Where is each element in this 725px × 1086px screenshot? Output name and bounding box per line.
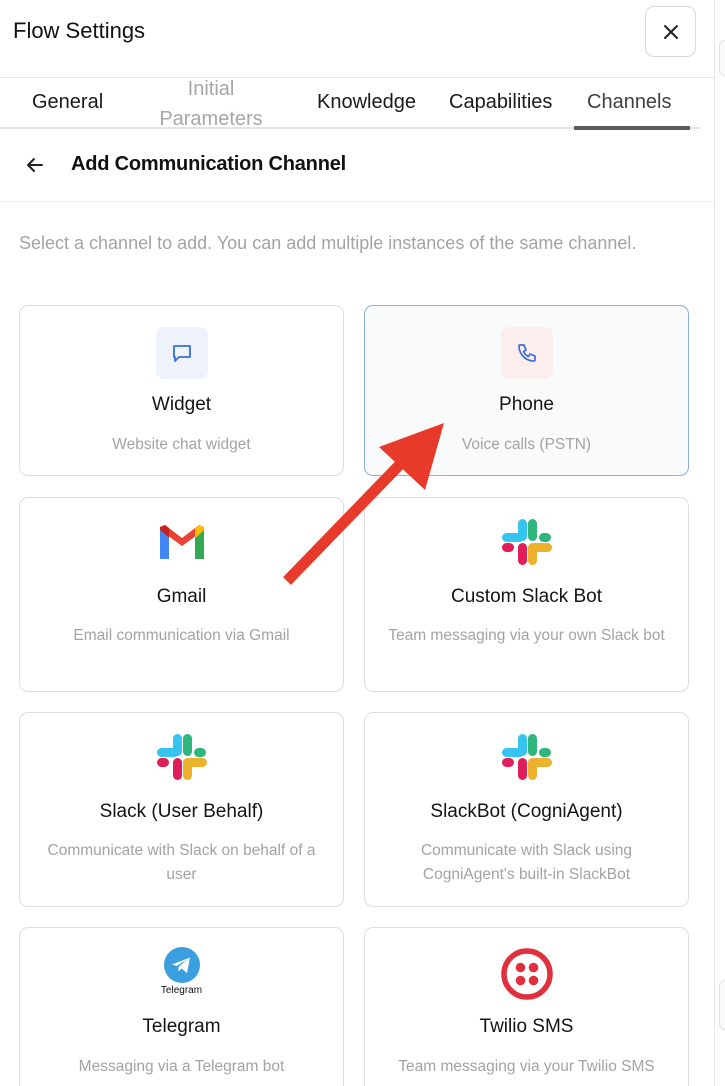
channel-name: SlackBot (CogniAgent) [430, 801, 623, 822]
channel-name: Custom Slack Bot [451, 586, 602, 607]
channel-card-slackbot-cogniagent[interactable]: SlackBot (CogniAgent) Communicate with S… [364, 712, 689, 907]
channel-name: Slack (User Behalf) [99, 801, 264, 822]
channel-name: Twilio SMS [479, 1016, 574, 1037]
gmail-icon [156, 516, 208, 568]
channel-name: Gmail [156, 586, 207, 607]
tab-capabilities[interactable]: Capabilities [449, 91, 552, 114]
tab-general[interactable]: General [32, 91, 103, 114]
channel-description: Communicate with Slack on behalf of a us… [47, 842, 316, 883]
close-button[interactable] [645, 6, 696, 57]
chat-bubble-icon [155, 327, 208, 379]
back-button[interactable] [22, 152, 48, 178]
tab-knowledge[interactable]: Knowledge [317, 91, 416, 114]
channel-card-custom-slack-bot[interactable]: Custom Slack Bot Team messaging via your… [364, 497, 689, 692]
channel-card-slack-user-behalf[interactable]: Slack (User Behalf) Communicate with Sla… [19, 712, 344, 907]
channel-description: Team messaging via your Twilio SMS [398, 1058, 655, 1075]
tab-channels[interactable]: Channels [587, 91, 672, 114]
telegram-icon: Telegram [156, 946, 208, 1002]
channel-card-widget[interactable]: Widget Website chat widget [19, 305, 344, 476]
slack-icon [501, 731, 553, 783]
channel-card-gmail[interactable]: Gmail Email communication via Gmail [19, 497, 344, 692]
arrow-left-icon [27, 158, 43, 172]
channel-description: Email communication via Gmail [73, 627, 290, 644]
instruction-text: Select a channel to add. You can add mul… [19, 233, 637, 253]
telegram-logo-caption: Telegram [160, 985, 203, 996]
panel-title: Flow Settings [13, 18, 146, 43]
channel-name: Telegram [142, 1016, 221, 1037]
channel-card-phone[interactable]: Phone Voice calls (PSTN) [364, 305, 689, 476]
background-edge [719, 980, 725, 1030]
slack-icon [501, 516, 553, 568]
channel-description: Messaging via a Telegram bot [78, 1058, 285, 1075]
panel-header: Flow Settings [0, 0, 714, 78]
channel-description: Team messaging via your own Slack bot [388, 627, 665, 644]
channel-card-telegram[interactable]: Telegram Telegram Messaging via a Telegr… [19, 927, 344, 1086]
channel-card-twilio-sms[interactable]: Twilio SMS Team messaging via your Twili… [364, 927, 689, 1086]
channel-description: Website chat widget [112, 436, 251, 453]
panel-edge [714, 0, 715, 1086]
page-title: Add Communication Channel [71, 153, 347, 175]
slack-icon [156, 731, 208, 783]
channel-description: Voice calls (PSTN) [461, 436, 592, 453]
flow-settings-panel: Flow Settings General Initial Parameters… [0, 0, 714, 1086]
close-icon [663, 24, 678, 39]
channel-description: Communicate with Slack using CogniAgent'… [420, 842, 633, 883]
channel-name: Widget [151, 394, 212, 415]
twilio-icon [500, 948, 553, 1000]
phone-icon [500, 327, 553, 379]
tab-initial-parameters[interactable]: Initial Parameters [148, 74, 274, 134]
channel-name: Phone [499, 394, 554, 415]
background-edge [719, 40, 725, 76]
